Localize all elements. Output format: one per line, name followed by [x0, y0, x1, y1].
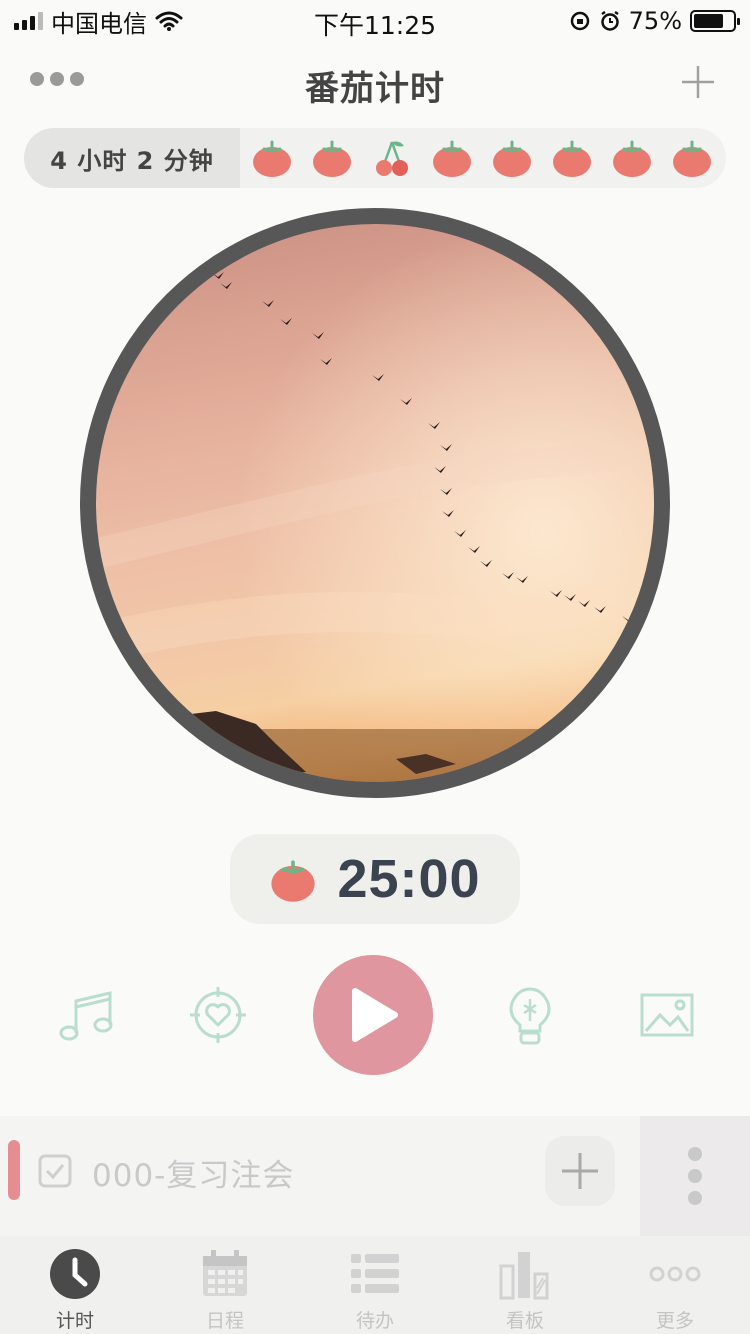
plus-icon[interactable]: [680, 64, 716, 100]
tomato-icon: [433, 140, 471, 177]
play-icon: [352, 988, 398, 1042]
carrier-label: 中国电信: [51, 9, 147, 38]
plus-icon: [562, 1153, 598, 1189]
tab-board[interactable]: 看板: [450, 1236, 600, 1334]
tomato-icon: [253, 140, 291, 177]
navigation-bar: 番茄计时: [0, 42, 750, 128]
timer-dial[interactable]: [80, 208, 670, 798]
task-options-button[interactable]: [640, 1116, 750, 1236]
timer-display[interactable]: 25:00: [230, 834, 520, 924]
tab-timer[interactable]: 计时: [0, 1236, 150, 1334]
alarm-icon: [600, 10, 619, 31]
control-row: [0, 955, 750, 1079]
rotation-lock-icon: [570, 11, 589, 31]
status-bar: 中国电信 下午11:25 75%: [0, 0, 750, 42]
add-task-button[interactable]: [545, 1136, 615, 1206]
image-icon[interactable]: [638, 985, 698, 1045]
play-button[interactable]: [313, 955, 433, 1075]
wifi-icon: [155, 11, 183, 31]
current-task: 000-复习注会: [0, 1116, 750, 1236]
tomato-icon: [313, 140, 351, 177]
page-title: 番茄计时: [305, 68, 445, 109]
tab-label: 日程: [205, 1310, 244, 1332]
task-title: 000-复习注会: [92, 1158, 295, 1194]
tomato-icon: [673, 140, 711, 177]
task-item[interactable]: 000-复习注会: [0, 1116, 640, 1236]
battery-icon: [690, 10, 740, 32]
tomato-icon: [553, 140, 591, 177]
background-image: [96, 224, 654, 782]
calendar-icon: [203, 1250, 247, 1296]
tab-label: 看板: [505, 1310, 544, 1332]
tab-more[interactable]: 更多: [600, 1236, 750, 1334]
total-time-label: 4 小时 2 分钟: [24, 128, 240, 188]
tab-label: 待办: [355, 1310, 394, 1332]
signal-icon: [14, 12, 43, 30]
tomato-icon: [613, 140, 651, 177]
timer-value: 25:00: [337, 849, 481, 909]
clock-icon: [50, 1249, 100, 1299]
target-heart-icon[interactable]: [188, 985, 248, 1045]
tab-label: 计时: [55, 1310, 94, 1332]
music-note-icon[interactable]: [58, 985, 118, 1045]
pomodoro-summary-bar[interactable]: 4 小时 2 分钟: [24, 128, 726, 188]
tab-schedule[interactable]: 日程: [150, 1236, 300, 1334]
task-color-marker: [8, 1140, 20, 1200]
pomodoro-list: [240, 138, 712, 178]
cherry-icon: [376, 141, 408, 176]
chart-icon: [499, 1252, 549, 1300]
ellipsis-icon[interactable]: [30, 72, 84, 86]
more-icon: [649, 1266, 701, 1282]
checkbox-icon[interactable]: [38, 1154, 72, 1188]
tab-todo[interactable]: 待办: [300, 1236, 450, 1334]
tab-label: 更多: [655, 1310, 694, 1332]
list-icon: [351, 1254, 399, 1293]
tomato-icon: [271, 860, 316, 902]
tab-bar: 计时 日程 待办 看板 更多: [0, 1236, 750, 1334]
tomato-icon: [493, 140, 531, 177]
battery-percent: 75%: [628, 7, 682, 35]
lightbulb-icon[interactable]: [500, 985, 560, 1045]
